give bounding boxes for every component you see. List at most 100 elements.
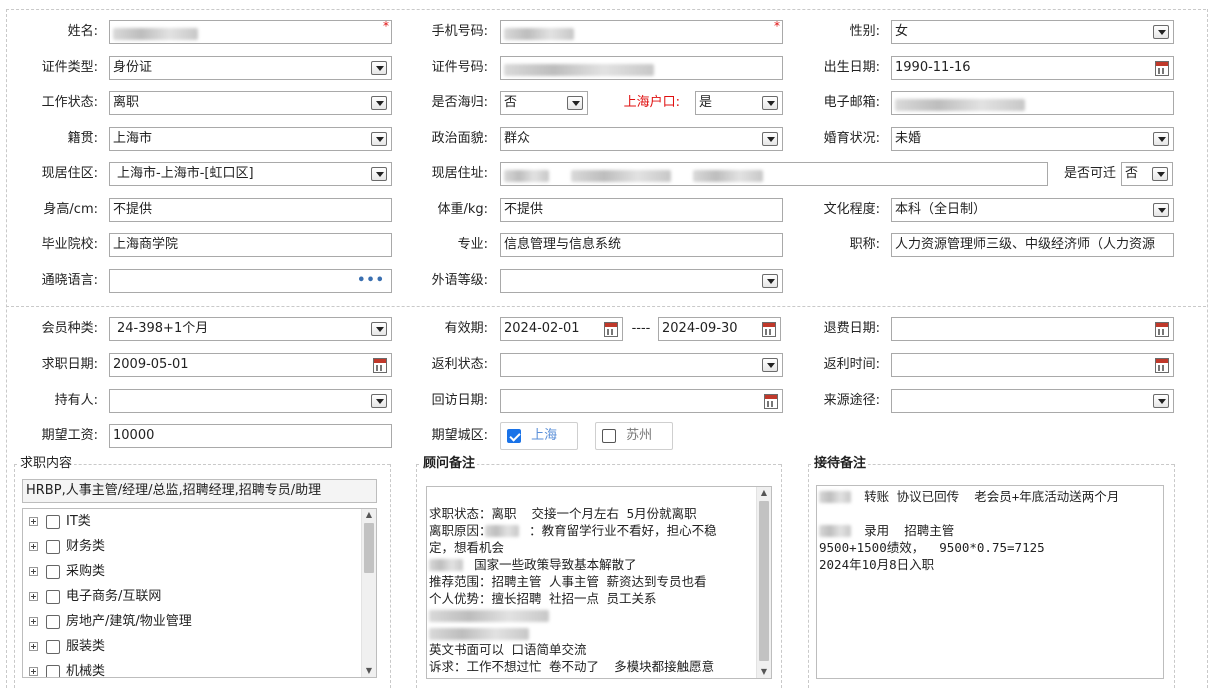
tree-item-machinery[interactable]: 机械类 xyxy=(29,659,105,677)
calendar-icon[interactable] xyxy=(373,358,387,373)
chevron-down-icon[interactable] xyxy=(1152,167,1168,181)
id-type-select[interactable]: 身份证 xyxy=(109,56,392,80)
scroll-up-icon[interactable]: ▲ xyxy=(757,487,771,499)
scroll-down-icon[interactable]: ▼ xyxy=(362,665,376,677)
checkbox-icon[interactable] xyxy=(46,539,60,554)
chevron-down-icon[interactable] xyxy=(1153,203,1169,217)
calendar-icon[interactable] xyxy=(764,394,778,409)
tree-item-ecommerce[interactable]: 电子商务/互联网 xyxy=(29,584,161,609)
overseas-select[interactable]: 否 xyxy=(500,91,588,115)
source-select[interactable] xyxy=(891,389,1174,413)
salary-field[interactable]: 10000 xyxy=(109,424,392,448)
gender-select[interactable]: 女 xyxy=(891,20,1174,44)
holder-select[interactable] xyxy=(109,389,392,413)
marital-select[interactable]: 未婚 xyxy=(891,127,1174,151)
chevron-down-icon[interactable] xyxy=(371,322,387,336)
height-field[interactable]: 不提供 xyxy=(109,198,392,222)
sh-hukou-select[interactable]: 是 xyxy=(695,91,783,115)
tree-item-purchase[interactable]: 采购类 xyxy=(29,559,105,584)
language-field[interactable]: ••• xyxy=(109,269,392,293)
name-field[interactable]: * xyxy=(109,20,392,44)
calendar-icon[interactable] xyxy=(1155,358,1169,373)
chevron-down-icon[interactable] xyxy=(1153,25,1169,39)
tree-item-apparel[interactable]: 服装类 xyxy=(29,634,105,659)
note-scrollbar[interactable]: ▲ ▼ xyxy=(756,487,771,678)
tree-scrollbar[interactable]: ▲ ▼ xyxy=(361,509,376,677)
checkbox-icon[interactable] xyxy=(46,564,60,579)
scrollbar-thumb[interactable] xyxy=(759,501,769,661)
top-divider xyxy=(6,9,1206,10)
consultant-note-textarea[interactable]: 求职状态：离职 交接一个月左右 5月份就离职 离职原因： ：教育留学行业不看好，担… xyxy=(426,486,772,679)
checkbox-icon[interactable] xyxy=(46,614,60,629)
work-status-select[interactable]: 离职 xyxy=(109,91,392,115)
checkbox-icon[interactable] xyxy=(46,664,60,677)
calendar-icon[interactable] xyxy=(762,322,776,337)
chevron-down-icon[interactable] xyxy=(371,167,387,181)
rebate-status-select[interactable] xyxy=(500,353,783,377)
city-option-shanghai[interactable]: 上海 xyxy=(500,422,578,450)
expand-icon[interactable] xyxy=(29,642,38,651)
chevron-down-icon[interactable] xyxy=(371,394,387,408)
tree-item-finance[interactable]: 财务类 xyxy=(29,534,105,559)
reception-note-textarea[interactable]: 转账 协议已回传 老会员+年底活动送两个月 录用 招聘主管 9500+1500绩效… xyxy=(816,485,1164,679)
chevron-down-icon[interactable] xyxy=(1153,132,1169,146)
redacted-email xyxy=(895,99,1025,111)
checkbox-checked-icon[interactable] xyxy=(507,428,521,443)
political-select[interactable]: 群众 xyxy=(500,127,783,151)
valid-from-field[interactable]: 2024-02-01 xyxy=(500,317,623,341)
calendar-icon[interactable] xyxy=(1155,61,1169,76)
title-field[interactable]: 人力资源管理师三级、中级经济师（人力资源 xyxy=(891,233,1174,257)
expand-icon[interactable] xyxy=(29,592,38,601)
scroll-up-icon[interactable]: ▲ xyxy=(362,509,376,521)
calendar-icon[interactable] xyxy=(1155,322,1169,337)
expand-icon[interactable] xyxy=(29,517,38,526)
education-label: 文化程度: xyxy=(823,202,880,217)
refund-date-field[interactable] xyxy=(891,317,1174,341)
expand-icon[interactable] xyxy=(29,617,38,626)
foreign-level-select[interactable] xyxy=(500,269,783,293)
district-select[interactable]: 上海市-上海市-[虹口区] xyxy=(109,162,392,186)
school-field[interactable]: 上海商学院 xyxy=(109,233,392,257)
tree-item-it[interactable]: IT类 xyxy=(29,509,91,534)
chevron-down-icon[interactable] xyxy=(371,61,387,75)
chevron-down-icon[interactable] xyxy=(762,358,778,372)
chevron-down-icon[interactable] xyxy=(567,96,583,110)
note-line: 定，想看机会 xyxy=(429,540,505,555)
expand-icon[interactable] xyxy=(29,542,38,551)
visit-date-field[interactable] xyxy=(500,389,783,413)
scrollbar-thumb[interactable] xyxy=(364,523,374,573)
valid-to-field[interactable]: 2024-09-30 xyxy=(658,317,781,341)
native-select[interactable]: 上海市 xyxy=(109,127,392,151)
chevron-down-icon[interactable] xyxy=(371,96,387,110)
chevron-down-icon[interactable] xyxy=(371,132,387,146)
checkbox-icon[interactable] xyxy=(46,639,60,654)
relocate-select[interactable]: 否 xyxy=(1121,162,1173,186)
expand-icon[interactable] xyxy=(29,667,38,676)
job-date-field[interactable]: 2009-05-01 xyxy=(109,353,392,377)
chevron-down-icon[interactable] xyxy=(762,96,778,110)
rebate-time-field[interactable] xyxy=(891,353,1174,377)
calendar-icon[interactable] xyxy=(604,322,618,337)
education-select[interactable]: 本科（全日制） xyxy=(891,198,1174,222)
email-field[interactable] xyxy=(891,91,1174,115)
member-type-select[interactable]: 24-398+1个月 xyxy=(109,317,392,341)
more-icon[interactable]: ••• xyxy=(357,270,385,292)
chevron-down-icon[interactable] xyxy=(1153,394,1169,408)
mobile-field[interactable]: * xyxy=(500,20,783,44)
checkbox-icon[interactable] xyxy=(46,589,60,604)
scroll-down-icon[interactable]: ▼ xyxy=(757,666,771,678)
job-category-tree[interactable]: IT类 财务类 采购类 电子商务/互联网 房地产/建筑/物业管理 服装类 机械类… xyxy=(22,508,377,678)
note-line: 诉求：工作不想过忙 卷不动了 多模块都接触愿意 xyxy=(429,659,715,674)
birth-date-field[interactable]: 1990-11-16 xyxy=(891,56,1174,80)
tree-item-realestate[interactable]: 房地产/建筑/物业管理 xyxy=(29,609,192,634)
id-no-field[interactable] xyxy=(500,56,783,80)
expand-icon[interactable] xyxy=(29,567,38,576)
checkbox-icon[interactable] xyxy=(602,428,616,443)
major-field[interactable]: 信息管理与信息系统 xyxy=(500,233,783,257)
weight-field[interactable]: 不提供 xyxy=(500,198,783,222)
chevron-down-icon[interactable] xyxy=(762,132,778,146)
address-field[interactable] xyxy=(500,162,1048,186)
city-option-suzhou[interactable]: 苏州 xyxy=(595,422,673,450)
chevron-down-icon[interactable] xyxy=(762,274,778,288)
checkbox-icon[interactable] xyxy=(46,514,60,529)
